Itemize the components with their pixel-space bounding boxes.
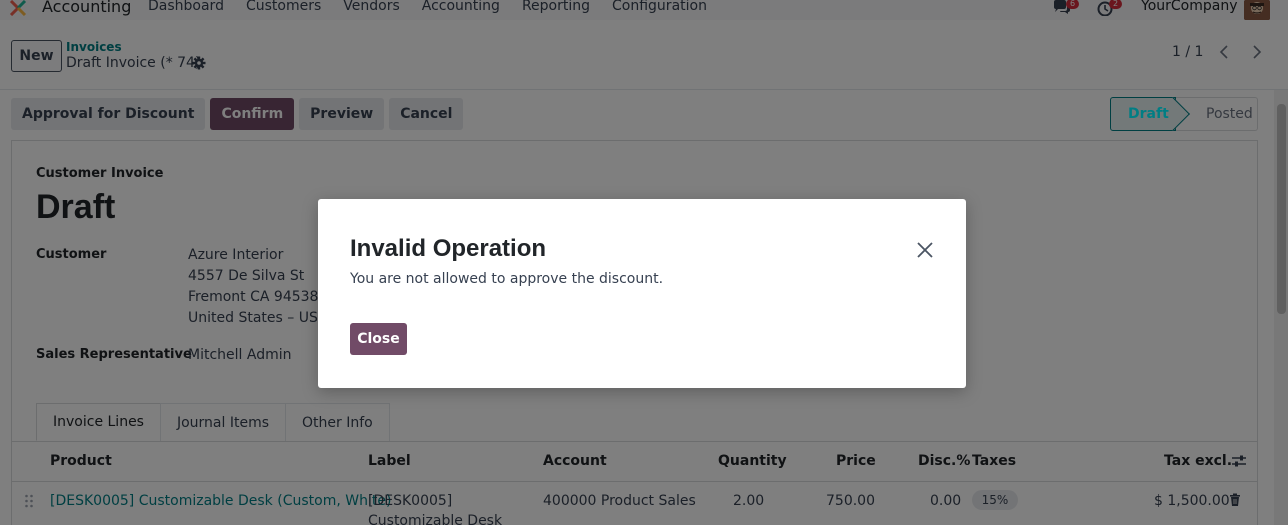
dialog-close-button[interactable]: Close xyxy=(350,323,407,355)
close-icon[interactable] xyxy=(916,241,934,259)
dialog-message: You are not allowed to approve the disco… xyxy=(350,271,664,287)
dialog-title: Invalid Operation xyxy=(350,235,547,262)
status-draft-label: Draft xyxy=(1128,106,1169,122)
error-dialog: Invalid Operation You are not allowed to… xyxy=(318,199,966,388)
